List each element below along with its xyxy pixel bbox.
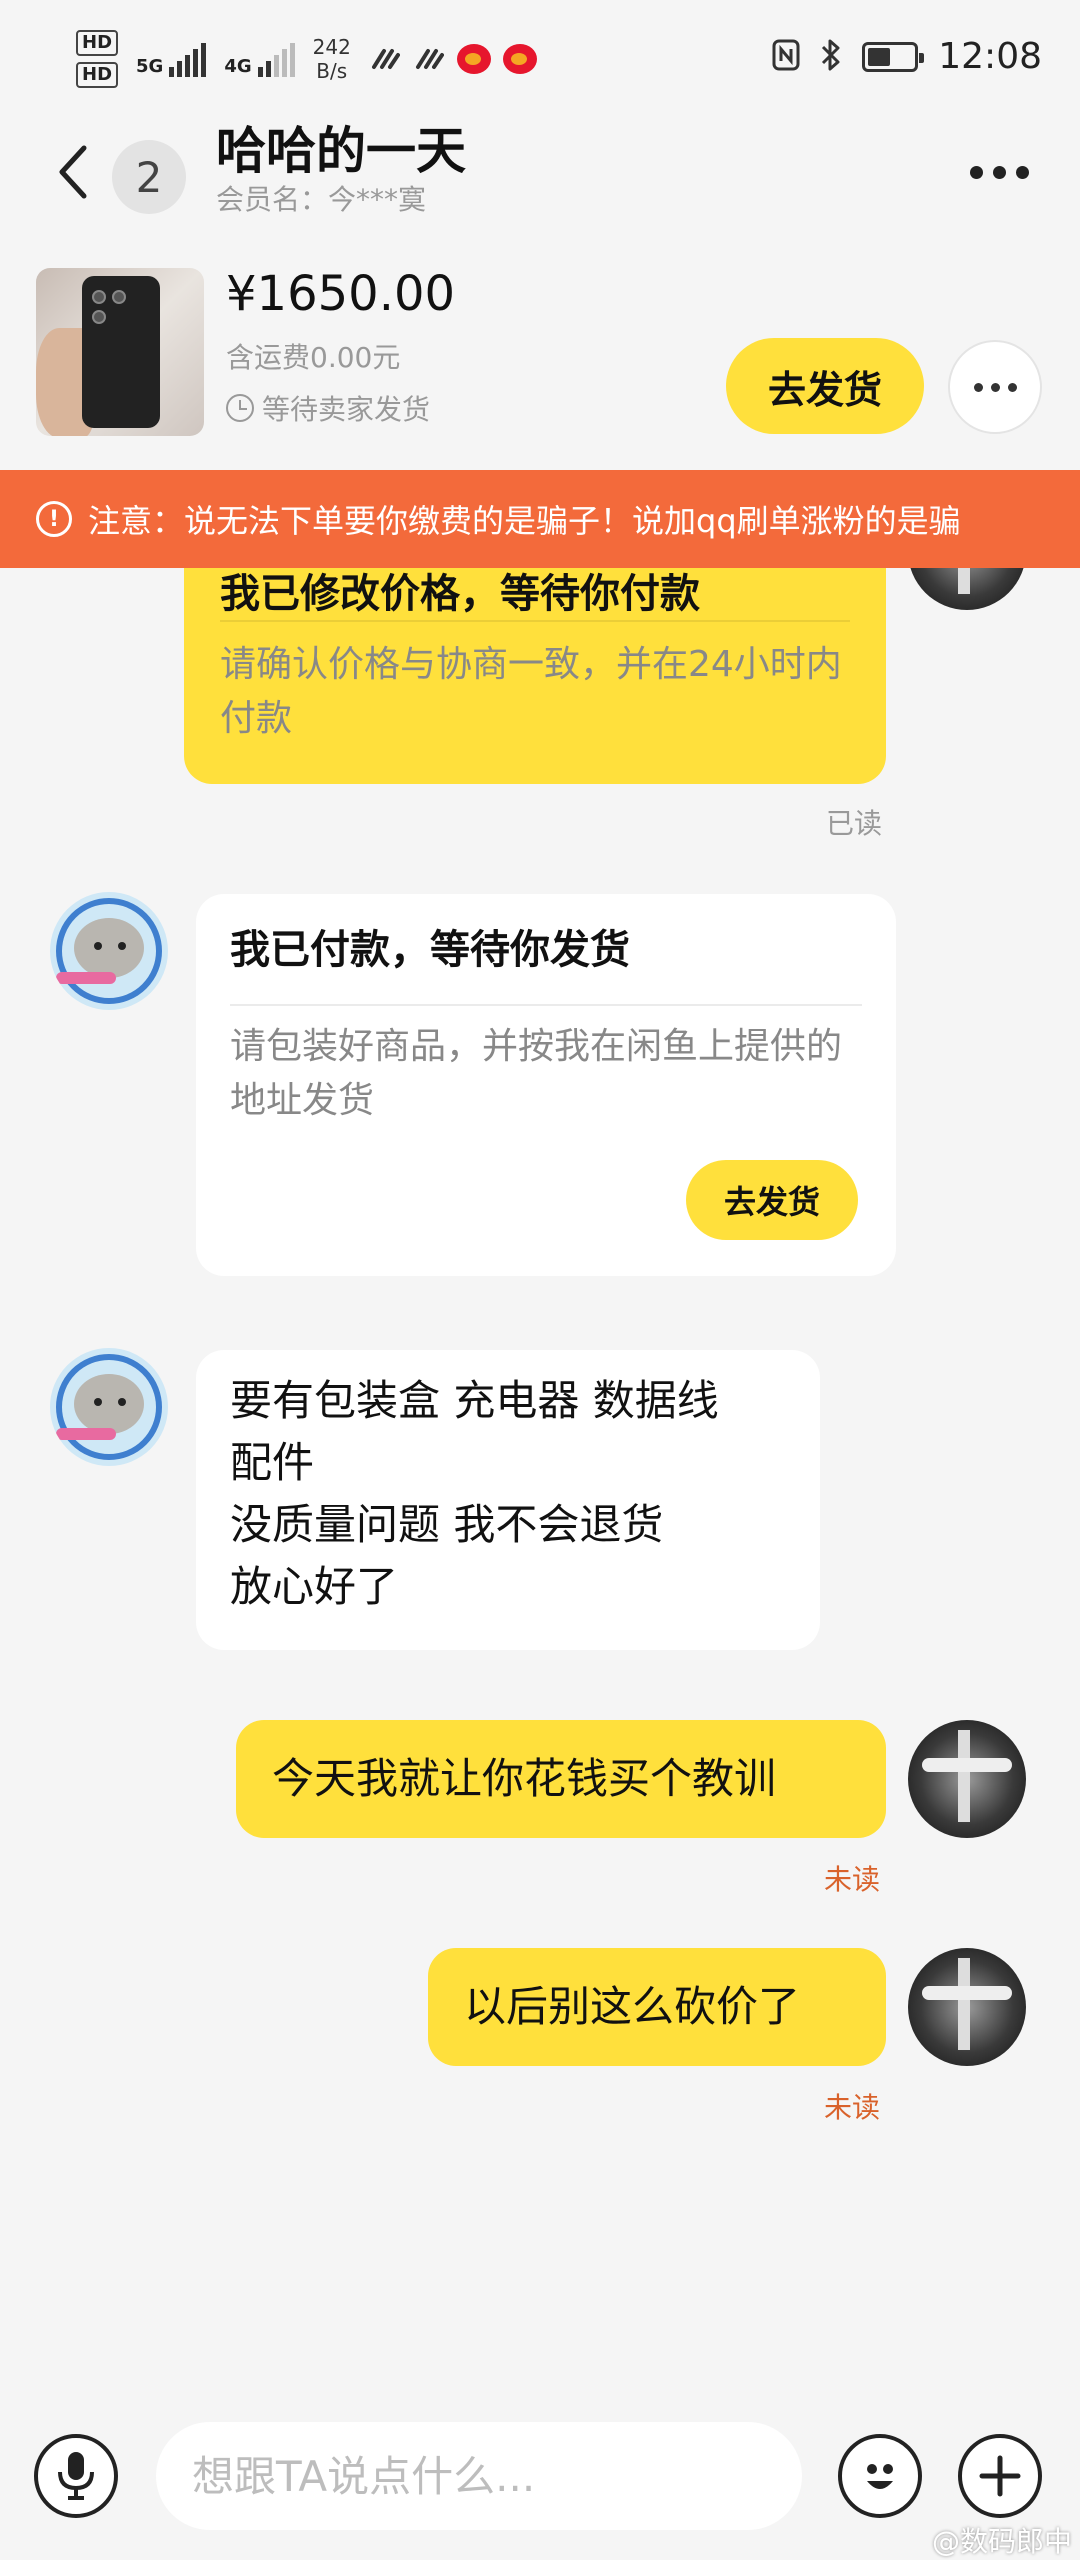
- message-line: 要有包装盒 充电器 数据线: [230, 1376, 719, 1425]
- cat-eye-shape: [94, 1398, 102, 1406]
- cat-eye-shape: [94, 942, 102, 950]
- unread-count-badge[interactable]: 2: [112, 140, 186, 214]
- phone-shape: [82, 276, 160, 428]
- scam-warning-banner: ! 注意：说无法下单要你缴费的是骗子！说加qq刷单涨粉的是骗: [0, 470, 1080, 568]
- cat-eye-shape: [118, 942, 126, 950]
- chevron-left-icon: [59, 145, 87, 199]
- message-input[interactable]: [156, 2422, 802, 2530]
- signal-bars-icon: [169, 41, 207, 77]
- battery-icon: [862, 41, 925, 72]
- network-label-4g: 4G: [224, 56, 252, 77]
- avatar[interactable]: [50, 892, 168, 1010]
- add-button[interactable]: [958, 2434, 1042, 2518]
- message-text: 以后别这么砍价了: [464, 1982, 801, 2031]
- dot-icon: [1007, 382, 1017, 392]
- dot-icon: [1016, 165, 1029, 179]
- unread-status: 未读: [824, 1863, 881, 1896]
- avatar[interactable]: [908, 568, 1026, 610]
- message-text: 今天我就让你花钱买个教训: [272, 1754, 777, 1803]
- card-title: 我已修改价格，等待你付款: [220, 571, 700, 617]
- ship-button[interactable]: 去发货: [726, 338, 924, 434]
- dot-icon: [973, 382, 983, 392]
- card-title: 我已付款，等待你发货: [230, 927, 630, 973]
- avatar[interactable]: [908, 1948, 1026, 2066]
- read-status: 已读: [826, 807, 883, 840]
- chat-messages[interactable]: 我已修改价格，等待你付款 请确认价格与协商一致，并在24小时内付款 已读 我已付…: [0, 568, 1080, 2408]
- message-bubble[interactable]: 以后别这么砍价了: [428, 1948, 886, 2066]
- ship-button[interactable]: 去发货: [686, 1160, 858, 1240]
- avatar[interactable]: [50, 1348, 168, 1466]
- message-card[interactable]: 我已付款，等待你发货 请包装好商品，并按我在闲鱼上提供的地址发货 去发货: [196, 894, 896, 1276]
- message-card[interactable]: 我已修改价格，等待你付款 请确认价格与协商一致，并在24小时内付款: [184, 568, 886, 784]
- hd-indicators: HD HD: [76, 30, 119, 88]
- app-notification-icon: [369, 45, 401, 73]
- card-body: 请包装好商品，并按我在闲鱼上提供的地址发货: [230, 1026, 843, 1121]
- message-bubble[interactable]: 今天我就让你花钱买个教训: [236, 1720, 886, 1838]
- emoji-button[interactable]: [838, 2434, 922, 2518]
- app-notification-icon: [413, 45, 445, 73]
- divider: [230, 1004, 862, 1006]
- plus-icon: [979, 2455, 1021, 2497]
- bluetooth-icon: [820, 38, 842, 76]
- weibo-icon: [456, 44, 491, 74]
- dot-icon: [990, 382, 1000, 392]
- unread-status: 未读: [824, 2091, 881, 2124]
- dot-icon: [970, 165, 983, 179]
- back-button[interactable]: [44, 132, 100, 212]
- product-price: ¥1650.00: [226, 266, 456, 322]
- weibo-icon: [502, 44, 537, 74]
- cat-face-shape: [74, 918, 144, 978]
- camera-shape: [92, 290, 106, 304]
- camera-shape: [112, 290, 126, 304]
- freight-text: 含运费0.00元: [226, 341, 401, 374]
- voice-button[interactable]: [34, 2434, 118, 2518]
- network-label-5g: 5G: [136, 56, 164, 77]
- nfc-icon: [772, 39, 800, 75]
- alert-icon: !: [36, 501, 72, 537]
- status-left: HD HD 5G 4G 242 B/s: [76, 30, 537, 88]
- product-thumbnail[interactable]: [36, 268, 204, 436]
- status-time: 12:08: [938, 36, 1042, 77]
- product-card[interactable]: ¥1650.00 含运费0.00元 等待卖家发货 去发货: [0, 250, 1080, 470]
- signal-4g: 4G: [224, 41, 295, 77]
- camera-shape: [92, 310, 106, 324]
- message-line: 没质量问题 我不会退货: [230, 1500, 664, 1549]
- hd-chip-1: HD: [76, 30, 119, 56]
- signal-5g: 5G: [136, 41, 207, 77]
- cat-scarf-shape: [56, 972, 116, 984]
- input-bar: [0, 2408, 1080, 2560]
- speed-value: 242: [312, 35, 351, 59]
- status-bar: HD HD 5G 4G 242 B/s 12:08: [0, 0, 1080, 120]
- message-line: 配件: [230, 1438, 315, 1487]
- microphone-icon: [58, 2452, 94, 2500]
- order-more-button[interactable]: [948, 340, 1042, 434]
- card-body: 请确认价格与协商一致，并在24小时内付款: [220, 644, 842, 739]
- cat-eye-shape: [118, 1398, 126, 1406]
- member-name: 会员名：今***寞: [216, 183, 427, 216]
- clock-icon: [226, 394, 254, 422]
- network-speed: 242 B/s: [313, 35, 351, 83]
- notification-icons: [369, 44, 537, 74]
- order-status: 等待卖家发货: [226, 388, 430, 428]
- emoji-icon: [867, 2464, 893, 2489]
- avatar[interactable]: [908, 1720, 1026, 1838]
- cat-face-shape: [74, 1374, 144, 1434]
- message-bubble[interactable]: 要有包装盒 充电器 数据线 配件 没质量问题 我不会退货 放心好了: [196, 1350, 820, 1650]
- hd-chip-2: HD: [76, 62, 119, 88]
- divider: [220, 620, 850, 622]
- more-options-button[interactable]: [970, 152, 1036, 192]
- warning-text: 注意：说无法下单要你缴费的是骗子！说加qq刷单涨粉的是骗: [88, 502, 961, 540]
- speed-unit: B/s: [316, 59, 348, 83]
- signal-bars-icon: [257, 41, 295, 77]
- watermark: @数码郎中: [931, 2525, 1072, 2558]
- dot-icon: [993, 165, 1006, 179]
- message-line: 放心好了: [230, 1562, 399, 1611]
- status-right: 12:08: [772, 36, 1042, 77]
- page-title: 哈哈的一天: [216, 122, 466, 180]
- order-status-text: 等待卖家发货: [262, 393, 431, 426]
- chat-header: 2 哈哈的一天 会员名：今***寞: [0, 120, 1080, 250]
- cat-scarf-shape: [56, 1428, 116, 1440]
